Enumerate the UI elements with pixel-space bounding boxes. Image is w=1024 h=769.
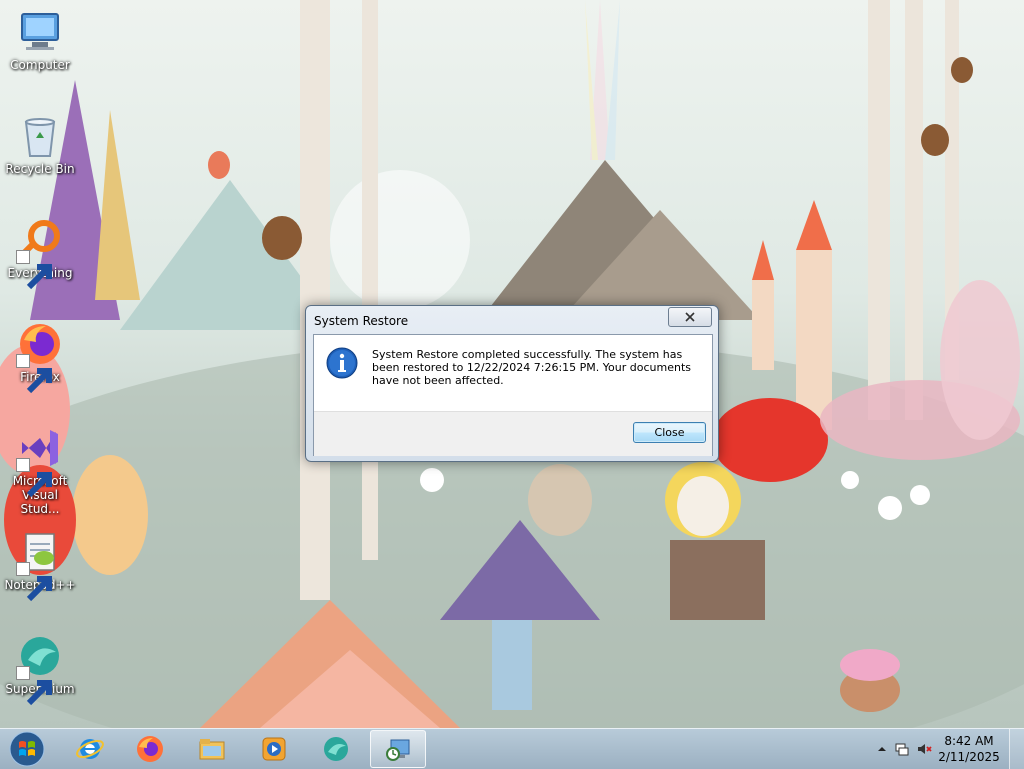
notepadpp-icon — [16, 528, 64, 602]
recycle-bin-icon — [16, 112, 64, 160]
desktop-icon-computer[interactable]: Computer — [2, 8, 78, 72]
desktop-icon-recycle-bin[interactable]: Recycle Bin — [2, 112, 78, 176]
windows-start-icon — [9, 731, 45, 767]
desktop-icon-visual-studio[interactable]: Microsoft Visual Stud... — [2, 424, 78, 516]
taskbar-internet-explorer[interactable] — [62, 730, 118, 768]
info-icon — [326, 347, 358, 379]
close-icon — [685, 312, 695, 322]
dialog-close-button[interactable] — [668, 307, 712, 327]
desktop-icon-label: Recycle Bin — [5, 162, 75, 176]
taskbar-media-player[interactable] — [246, 730, 302, 768]
dialog-body: System Restore completed successfully. T… — [314, 335, 712, 411]
show-hidden-icons[interactable] — [874, 741, 890, 757]
close-button[interactable]: Close — [633, 422, 706, 443]
everything-search-icon — [16, 216, 64, 290]
taskbar-supermium[interactable] — [308, 730, 364, 768]
dialog-footer: Close — [314, 411, 712, 456]
taskbar-system-restore[interactable] — [370, 730, 426, 768]
file-explorer-icon — [199, 739, 225, 760]
dialog-content: System Restore completed successfully. T… — [313, 334, 713, 456]
system-restore-dialog: System Restore System Restore completed … — [305, 305, 719, 462]
volume-muted-icon[interactable] — [916, 741, 932, 757]
system-tray: 8:42 AM 2/11/2025 — [864, 729, 1024, 769]
shortcut-arrow-icon — [16, 250, 52, 290]
firefox-icon — [137, 736, 163, 762]
desktop-icon-everything[interactable]: Everything — [2, 216, 78, 290]
supermium-icon — [324, 737, 348, 761]
clock-time: 8:42 AM — [944, 734, 994, 748]
desktop-icon-notepadpp[interactable]: Notepad++ — [2, 528, 78, 602]
clock[interactable]: 8:42 AM 2/11/2025 — [934, 733, 1004, 765]
computer-icon — [16, 8, 64, 56]
dialog-title: System Restore — [314, 314, 409, 328]
desktop[interactable]: Computer Recycle Bin Everything Firefox … — [0, 0, 1024, 728]
shortcut-arrow-icon — [16, 458, 52, 498]
shortcut-arrow-icon — [16, 666, 52, 706]
internet-explorer-icon — [76, 739, 104, 759]
start-button[interactable] — [4, 730, 50, 768]
network-icon[interactable] — [894, 741, 910, 757]
shortcut-arrow-icon — [16, 354, 52, 394]
taskbar-firefox[interactable] — [122, 730, 178, 768]
clock-date: 2/11/2025 — [938, 750, 1000, 764]
shortcut-arrow-icon — [16, 562, 52, 602]
desktop-icon-label: Computer — [10, 58, 70, 72]
system-restore-icon — [386, 739, 410, 761]
visual-studio-icon — [16, 424, 64, 498]
show-desktop-button[interactable] — [1009, 729, 1024, 769]
firefox-icon — [16, 320, 64, 394]
media-player-icon — [262, 737, 286, 761]
desktop-icon-firefox[interactable]: Firefox — [2, 320, 78, 394]
supermium-icon — [16, 632, 64, 706]
desktop-icon-supermium[interactable]: Supermium — [2, 632, 78, 706]
taskbar: 8:42 AM 2/11/2025 — [0, 728, 1024, 769]
dialog-message: System Restore completed successfully. T… — [372, 348, 691, 387]
taskbar-file-explorer[interactable] — [184, 730, 240, 768]
